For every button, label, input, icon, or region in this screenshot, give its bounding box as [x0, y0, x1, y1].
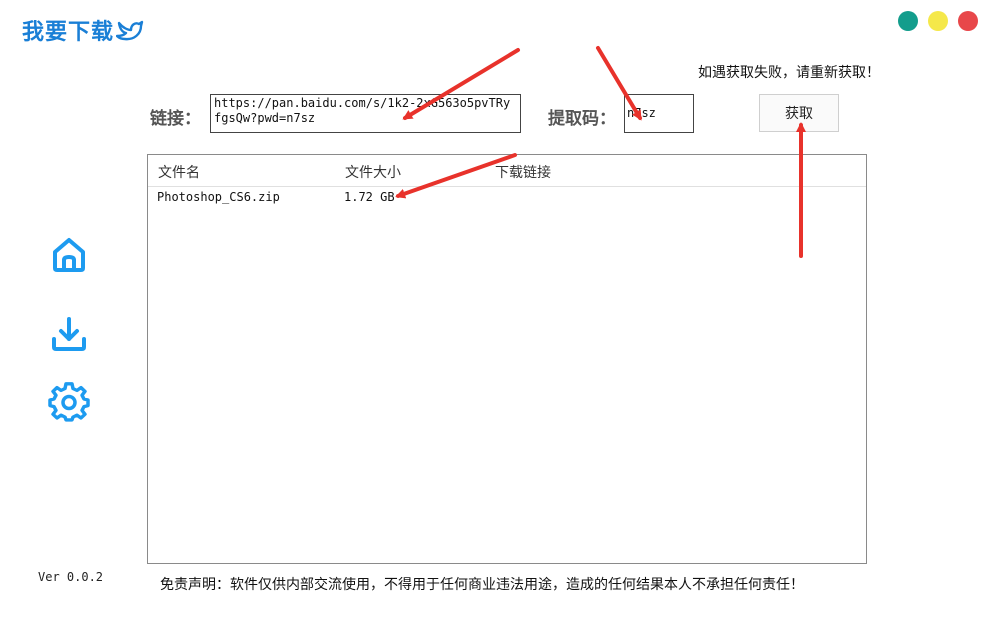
fetch-button[interactable]: 获取 [759, 94, 839, 132]
link-input[interactable]: https://pan.baidu.com/s/1k2-2xG563o5pvTR… [210, 94, 521, 133]
app-title: 我要下载 [22, 20, 115, 45]
cell-filename: Photoshop_CS6.zip [157, 190, 280, 204]
column-header-filename[interactable]: 文件名 [158, 162, 200, 182]
link-label: 链接： [150, 109, 201, 129]
download-icon[interactable] [48, 313, 90, 355]
bird-icon [116, 20, 144, 41]
table-row[interactable]: Photoshop_CS6.zip 1.72 GB [148, 188, 866, 208]
code-input[interactable]: n7sz [624, 94, 694, 133]
retry-notice: 如遇获取失败，请重新获取！ [698, 65, 880, 81]
code-label: 提取码： [548, 109, 616, 129]
settings-icon[interactable] [48, 382, 90, 424]
cell-filesize: 1.72 GB [344, 190, 395, 204]
column-header-filesize[interactable]: 文件大小 [345, 162, 401, 182]
column-header-downloadlink[interactable]: 下载链接 [495, 162, 551, 182]
disclaimer-text: 免责声明：软件仅供内部交流使用，不得用于任何商业违法用途，造成的任何结果本人不承… [160, 577, 804, 593]
version-label: Ver 0.0.2 [38, 570, 104, 584]
file-table[interactable]: 文件名 文件大小 下载链接 Photoshop_CS6.zip 1.72 GB [147, 154, 867, 564]
yellow-window-control[interactable] [928, 11, 948, 31]
table-header: 文件名 文件大小 下载链接 [148, 155, 866, 187]
home-icon[interactable] [48, 233, 90, 275]
app-logo: 我要下载 [22, 14, 144, 46]
red-window-control[interactable] [958, 11, 978, 31]
green-window-control[interactable] [898, 11, 918, 31]
